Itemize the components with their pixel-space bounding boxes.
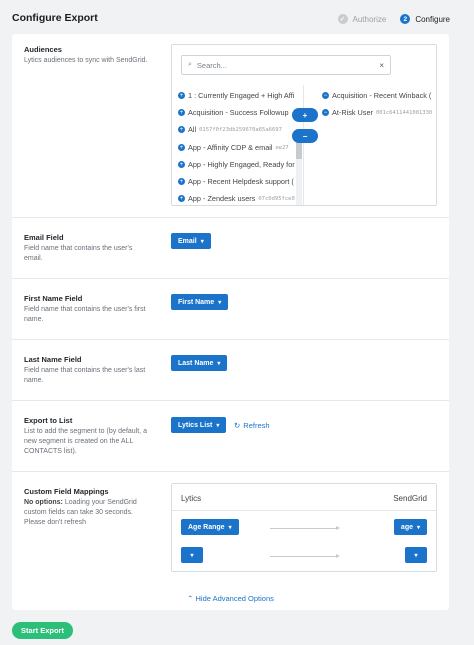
first-name-label-group: First Name Field Field name that contain…	[24, 294, 149, 325]
list-item[interactable]: + App - Affinity CDP & email ee27	[178, 142, 289, 153]
field-label: First Name Field	[24, 294, 83, 303]
field-label: Last Name Field	[24, 355, 82, 364]
refresh-link[interactable]: ↻ Refresh	[234, 421, 270, 430]
add-icon: +	[178, 126, 185, 133]
list-item[interactable]: + App - Recent Helpdesk support (	[178, 176, 294, 187]
selected-audiences-list: − Acquisition - Recent Winback ( − At-Risk…	[308, 85, 436, 205]
field-description: Field name that contains the user's last…	[24, 367, 146, 384]
list-item[interactable]: − At-Risk User 001c6411441001330	[322, 107, 432, 118]
add-all-button[interactable]: +	[292, 108, 318, 122]
add-icon: +	[178, 144, 185, 151]
email-field-row: Email Field Field name that contains the…	[12, 218, 449, 279]
field-description: List to add the segment to (by default, …	[24, 428, 147, 455]
chevron-down-icon: ▾	[200, 238, 204, 245]
chevron-down-icon: ▾	[217, 360, 221, 367]
audiences-row: Audiences Lytics audiences to sync with …	[12, 34, 449, 218]
plus-icon: +	[302, 110, 308, 120]
mapping-arrow	[270, 554, 340, 558]
sendgrid-column-header: SendGrid	[393, 494, 427, 503]
sendgrid-field-dropdown-empty[interactable]: ▾	[405, 547, 427, 563]
chevron-down-icon: ▾	[228, 524, 232, 531]
add-icon: +	[178, 195, 185, 202]
custom-fields-row: Custom Field Mappings No options: Loadin…	[12, 472, 449, 584]
field-description: Lytics audiences to sync with SendGrid.	[24, 57, 148, 64]
search-input[interactable]: ⌕ Search... ×	[181, 55, 391, 75]
chevron-down-icon: ▾	[414, 552, 418, 559]
list-item[interactable]: + App - Zendesk users 07c0d95fce0	[178, 193, 295, 204]
lytics-column-header: Lytics	[181, 494, 202, 503]
remove-icon: −	[322, 109, 329, 116]
refresh-icon: ↻	[234, 421, 241, 430]
lytics-field-dropdown[interactable]: Age Range ▾	[181, 519, 239, 535]
field-description: Field name that contains the user's firs…	[24, 306, 146, 323]
header: Configure Export ✓ Authorize 2 Configure	[0, 0, 474, 36]
chevron-down-icon: ▾	[190, 552, 194, 559]
audience-picker: ⌕ Search... × +1 : Currently Engaged + H…	[171, 44, 437, 206]
chevron-down-icon: ▾	[416, 524, 420, 531]
last-name-field-dropdown[interactable]: Last Name ▾	[171, 355, 228, 371]
lytics-field-dropdown-empty[interactable]: ▾	[181, 547, 203, 563]
start-export-button[interactable]: Start Export	[12, 622, 73, 639]
step-label: Configure	[415, 14, 450, 24]
export-list-label-group: Export to List List to add the segment t…	[24, 416, 149, 457]
minus-icon: −	[302, 131, 308, 141]
mapping-header: Lytics SendGrid	[172, 484, 436, 511]
email-field-dropdown[interactable]: Email ▾	[171, 233, 211, 249]
add-icon: +	[178, 161, 185, 168]
field-mapping-table: Lytics SendGrid Age Range ▾ age ▾ ▾ ▾	[171, 483, 437, 572]
export-list-row: Export to List List to add the segment t…	[12, 401, 449, 472]
add-icon: +	[178, 109, 185, 116]
remove-all-button[interactable]: −	[292, 129, 318, 143]
field-label: Export to List	[24, 416, 73, 425]
custom-fields-label-group: Custom Field Mappings No options: Loadin…	[24, 487, 149, 528]
first-name-field-dropdown[interactable]: First Name ▾	[171, 294, 229, 310]
sendgrid-field-dropdown[interactable]: age ▾	[393, 519, 427, 535]
field-description: No options: Loading your SendGrid custom…	[24, 499, 137, 526]
list-item[interactable]: +1 : Currently Engaged + High Affi	[178, 90, 294, 101]
clear-icon[interactable]: ×	[379, 61, 384, 70]
mapping-arrow	[270, 526, 340, 530]
field-label: Audiences	[24, 45, 62, 54]
last-name-label-group: Last Name Field Field name that contains…	[24, 355, 149, 386]
field-description: Field name that contains the user's emai…	[24, 245, 133, 262]
step-number: 2	[400, 14, 411, 24]
step-label: Authorize	[352, 14, 387, 24]
chevron-down-icon: ▾	[216, 422, 220, 429]
email-label-group: Email Field Field name that contains the…	[24, 233, 149, 264]
field-label: Custom Field Mappings	[24, 487, 109, 496]
check-icon: ✓	[337, 14, 348, 24]
last-name-field-row: Last Name Field Field name that contains…	[12, 340, 449, 401]
remove-icon: −	[322, 92, 329, 99]
add-icon: +	[178, 178, 185, 185]
hide-advanced-options-link[interactable]: ⌃ Hide Advanced Options	[12, 594, 449, 603]
list-item[interactable]: + All 0157f0f23db259670a65a6697	[178, 124, 282, 135]
list-item[interactable]: + Acquisition - Success Followup	[178, 107, 289, 118]
step-authorize[interactable]: ✓ Authorize	[337, 14, 387, 24]
first-name-field-row: First Name Field Field name that contain…	[12, 279, 449, 340]
search-placeholder: Search...	[196, 60, 227, 70]
available-audiences-list: +1 : Currently Engaged + High Affi + Acqu…	[172, 85, 304, 205]
list-item[interactable]: − Acquisition - Recent Winback (	[322, 90, 431, 101]
search-icon: ⌕	[188, 61, 192, 68]
config-panel: Audiences Lytics audiences to sync with …	[12, 34, 449, 610]
audiences-label-group: Audiences Lytics audiences to sync with …	[24, 45, 149, 66]
list-item[interactable]: + App - Highly Engaged, Ready for	[178, 159, 295, 170]
field-label: Email Field	[24, 233, 64, 242]
add-icon: +	[178, 92, 185, 99]
page-title: Configure Export	[12, 12, 98, 24]
step-indicator: ✓ Authorize 2 Configure	[337, 14, 450, 24]
chevron-down-icon: ▾	[218, 299, 222, 306]
step-configure[interactable]: 2 Configure	[400, 14, 450, 24]
export-list-dropdown[interactable]: Lytics List ▾	[171, 417, 227, 433]
